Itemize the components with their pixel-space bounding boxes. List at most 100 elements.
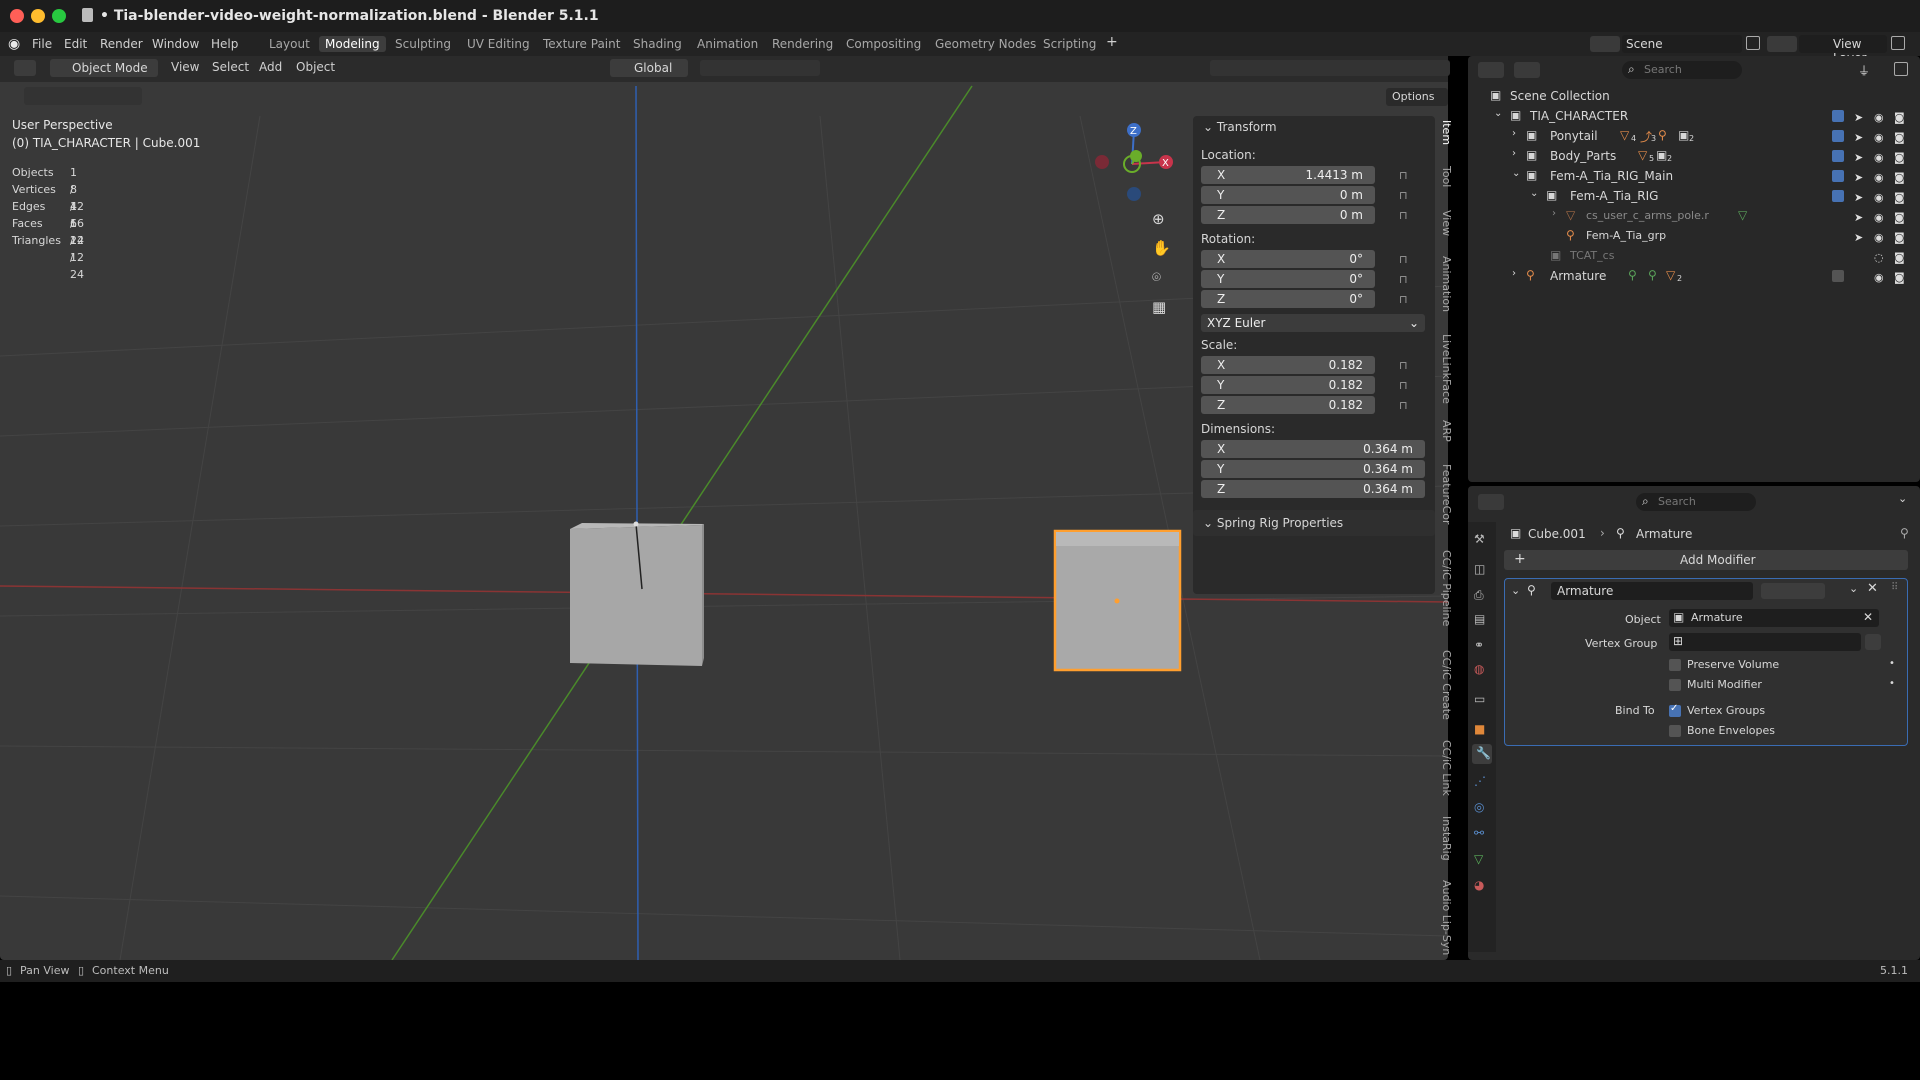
display-mode-icon[interactable]	[1514, 62, 1540, 78]
navigation-gizmo[interactable]: Z X	[1090, 118, 1180, 208]
transform-header[interactable]: ⌄ Transform	[1203, 120, 1277, 134]
menu-object[interactable]: Object	[296, 60, 335, 74]
chevron-down-icon[interactable]: ⌄	[1849, 582, 1858, 595]
constraints-tab-icon[interactable]: ⚯	[1474, 826, 1490, 842]
outliner-search-input[interactable]: ⌕ Search	[1622, 61, 1742, 79]
exclude-checkbox[interactable]	[1832, 150, 1844, 162]
scene-name-field[interactable]: Scene	[1622, 35, 1742, 53]
exclude-checkbox[interactable]	[1832, 130, 1844, 142]
rotation-x-field[interactable]: X 0°	[1201, 250, 1375, 268]
menu-render[interactable]: Render	[100, 37, 143, 51]
exclude-checkbox[interactable]	[1832, 110, 1844, 122]
bone-envelopes-checkbox[interactable]	[1669, 725, 1681, 737]
scene-selector-icon[interactable]	[1590, 36, 1620, 52]
menu-add[interactable]: Add	[259, 60, 282, 74]
collection-tab-icon[interactable]: ▭	[1474, 692, 1490, 708]
scale-z-field[interactable]: Z 0.182	[1201, 396, 1375, 414]
zoom-icon[interactable]: ⊕	[1152, 210, 1165, 228]
output-tab-icon[interactable]: ⎙	[1474, 588, 1490, 604]
sidebar-tab-cc-pipeline[interactable]: CC/iC Pipeline	[1440, 550, 1453, 626]
properties-editor-type-icon[interactable]	[1478, 494, 1504, 510]
lock-icon[interactable]: ⊓	[1399, 359, 1409, 372]
tab-scripting[interactable]: Scripting	[1037, 36, 1102, 52]
object-field[interactable]: ▣ Armature ✕	[1669, 609, 1879, 627]
sidebar-tab-featurecor[interactable]: FeatureCor	[1440, 464, 1453, 525]
tab-sculpting[interactable]: Sculpting	[389, 36, 457, 52]
properties-search-input[interactable]: ⌕ Search	[1636, 493, 1756, 511]
drag-handle-icon[interactable]: ⠿	[1891, 582, 1898, 593]
close-window-button[interactable]	[10, 9, 24, 23]
breadcrumb-object[interactable]: Cube.001	[1528, 527, 1586, 541]
lock-icon[interactable]: ⊓	[1399, 189, 1409, 202]
lock-icon[interactable]: ⊓	[1399, 209, 1409, 222]
view-layer-tab-icon[interactable]: ▤	[1474, 612, 1490, 628]
particles-tab-icon[interactable]: ⋰	[1474, 774, 1490, 790]
lock-icon[interactable]: ⊓	[1399, 253, 1409, 266]
sidebar-tab-animation[interactable]: Animation	[1440, 256, 1453, 312]
sidebar-tab-livelinkface[interactable]: LiveLinkFace	[1440, 334, 1453, 404]
new-scene-icon[interactable]	[1746, 36, 1760, 50]
world-tab-icon[interactable]: ◍	[1474, 662, 1490, 678]
close-icon[interactable]: ✕	[1867, 581, 1878, 596]
sidebar-tab-instarig[interactable]: InstaRig	[1440, 816, 1453, 861]
ortho-grid-icon[interactable]: ▦	[1152, 298, 1166, 316]
maximize-window-button[interactable]	[52, 9, 66, 23]
location-x-field[interactable]: X 1.4413 m	[1201, 166, 1375, 184]
pin-icon[interactable]: ⚲	[1900, 526, 1909, 540]
tab-compositing[interactable]: Compositing	[840, 36, 927, 52]
tab-rendering[interactable]: Rendering	[766, 36, 839, 52]
multi-modifier-checkbox[interactable]	[1669, 679, 1681, 691]
physics-tab-icon[interactable]: ◎	[1474, 800, 1490, 816]
snap-tools-group[interactable]	[700, 60, 820, 76]
select-mode-toolbar[interactable]	[24, 87, 142, 105]
location-y-field[interactable]: Y 0 m	[1201, 186, 1375, 204]
sidebar-tab-view[interactable]: View	[1440, 210, 1453, 236]
modifier-visibility-toggles[interactable]	[1761, 583, 1825, 599]
sidebar-tab-audio-lip-sync[interactable]: Audio Lip-Syn	[1440, 880, 1453, 955]
camera-view-icon[interactable]: ⌾	[1152, 268, 1161, 286]
rotation-z-field[interactable]: Z 0°	[1201, 290, 1375, 308]
dimension-x-field[interactable]: X 0.364 m	[1201, 440, 1425, 458]
scale-x-field[interactable]: X 0.182	[1201, 356, 1375, 374]
render-tab-icon[interactable]: ◫	[1474, 562, 1490, 578]
dimension-y-field[interactable]: Y 0.364 m	[1201, 460, 1425, 478]
vertex-group-field[interactable]: ⊞	[1669, 633, 1861, 651]
modifier-name-field[interactable]: Armature	[1551, 582, 1753, 600]
lock-icon[interactable]: ⊓	[1399, 379, 1409, 392]
rotation-mode-dropdown[interactable]: XYZ Euler ⌄	[1201, 314, 1425, 332]
lock-icon[interactable]: ⊓	[1399, 169, 1409, 182]
modifier-tab-icon[interactable]: 🔧	[1472, 744, 1492, 764]
tab-layout[interactable]: Layout	[263, 36, 316, 52]
exclude-checkbox[interactable]	[1832, 170, 1844, 182]
data-tab-icon[interactable]: ▽	[1474, 852, 1490, 868]
sidebar-tab-arp[interactable]: ARP	[1440, 420, 1453, 442]
eye-icon[interactable]: ◉ ◉ ◉ ◉ ◉ ◉ ◉ ◌ ◉	[1874, 108, 1884, 288]
vertex-groups-checkbox[interactable]: ✓	[1669, 703, 1681, 717]
lock-icon[interactable]: ⊓	[1399, 273, 1409, 286]
viewport-shading-group[interactable]	[1210, 60, 1450, 76]
breadcrumb-modifier[interactable]: Armature	[1636, 527, 1692, 541]
material-tab-icon[interactable]: ◕	[1474, 878, 1490, 894]
blender-logo-icon[interactable]: ◉	[8, 36, 20, 52]
scene-tab-icon[interactable]: ⚭	[1474, 638, 1490, 654]
exclude-checkbox[interactable]	[1832, 270, 1844, 282]
tab-geometry-nodes[interactable]: Geometry Nodes	[929, 36, 1042, 52]
menu-select[interactable]: Select	[212, 60, 249, 74]
add-workspace-icon[interactable]: +	[1106, 34, 1118, 50]
select-toggle-icon[interactable]: ➤ ➤ ➤ ➤ ➤ ➤ ➤	[1854, 108, 1863, 248]
sidebar-tab-cc-link[interactable]: CC/iC Link	[1440, 740, 1453, 796]
object-tab-icon[interactable]: ■	[1474, 722, 1490, 738]
tab-animation[interactable]: Animation	[691, 36, 764, 52]
menu-help[interactable]: Help	[211, 37, 238, 51]
tool-tab-icon[interactable]: ⚒	[1474, 532, 1490, 548]
view-layer-field[interactable]: View Layer	[1799, 35, 1887, 65]
menu-file[interactable]: File	[32, 37, 52, 51]
lock-icon[interactable]: ⊓	[1399, 399, 1409, 412]
sidebar-tab-tool[interactable]: Tool	[1440, 166, 1453, 187]
spring-rig-panel-header[interactable]: ⌄ Spring Rig Properties	[1193, 510, 1435, 536]
object-mode-dropdown[interactable]: Object Mode	[50, 59, 158, 77]
chevron-down-icon[interactable]: ⌄	[1511, 584, 1520, 597]
options-dropdown[interactable]: Options	[1386, 88, 1448, 106]
tab-modeling[interactable]: Modeling	[319, 36, 386, 52]
lock-icon[interactable]: ⊓	[1399, 293, 1409, 306]
